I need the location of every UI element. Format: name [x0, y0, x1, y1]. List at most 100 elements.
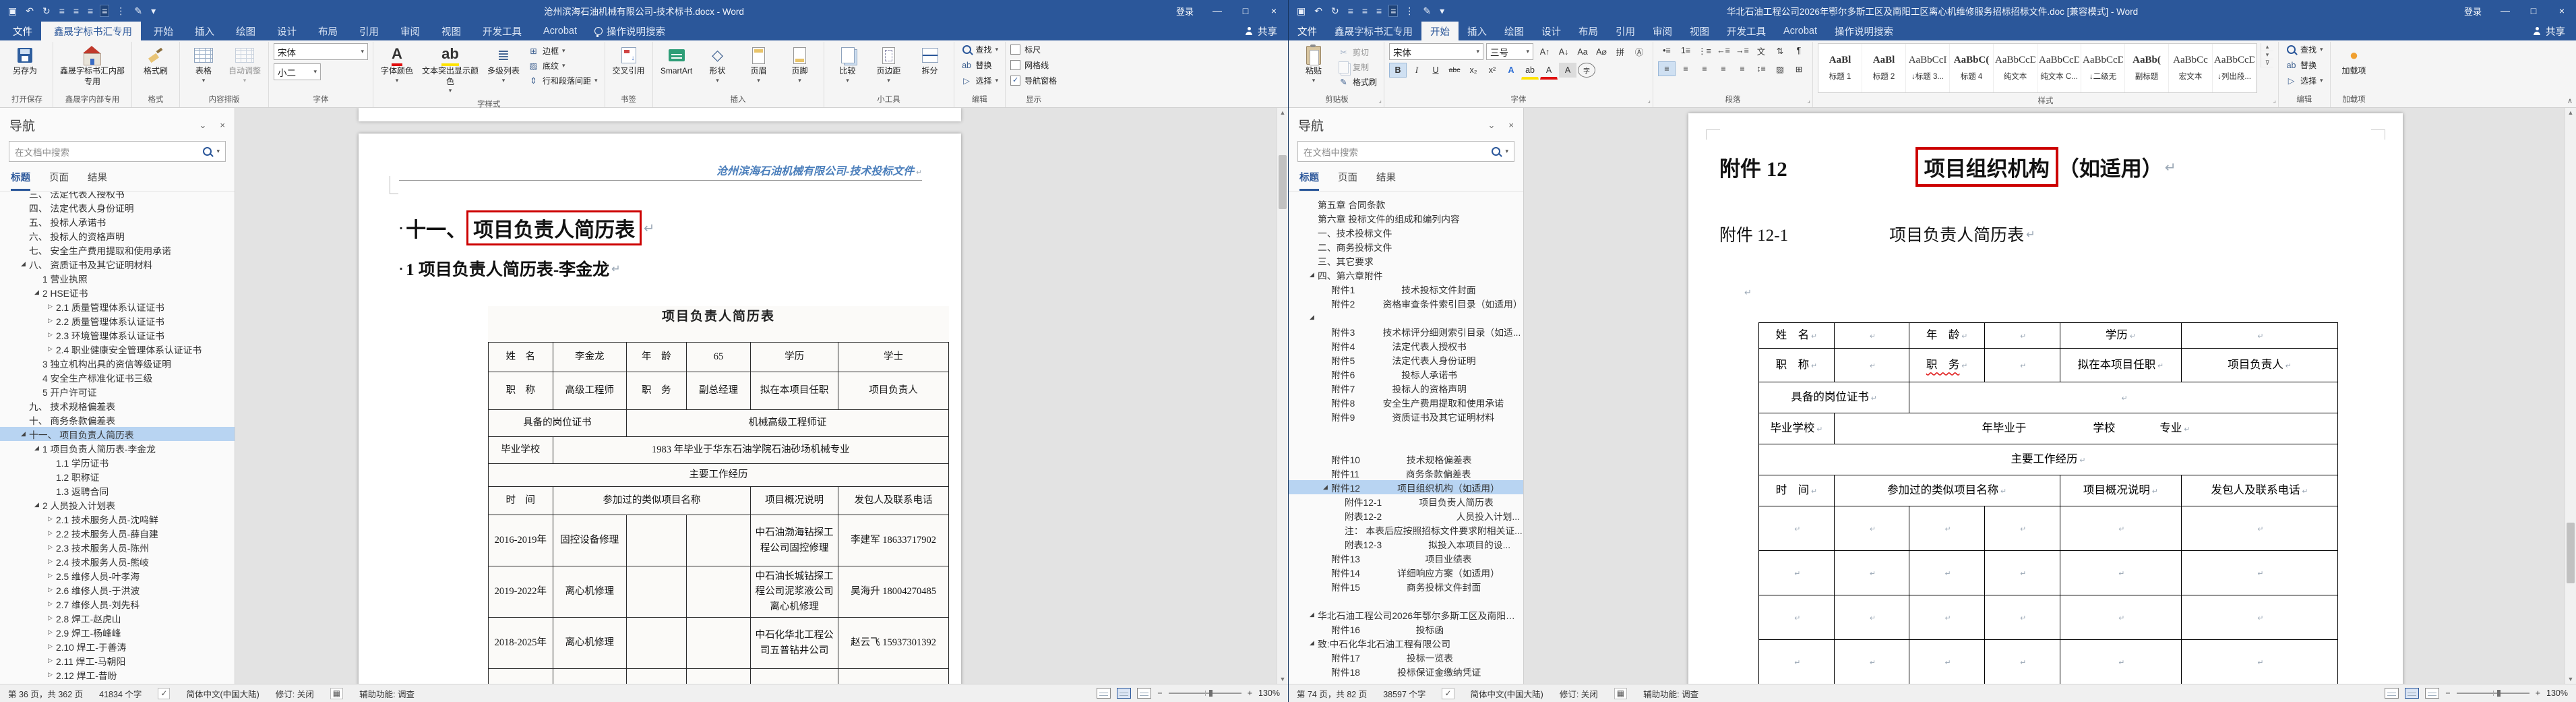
nav-heading-item[interactable]: 附件14 详细响应方案（如适用）: [1289, 565, 1523, 579]
scroll-up-icon[interactable]: ▲: [1277, 109, 1288, 116]
sign-in-button[interactable]: 登录: [2455, 0, 2491, 22]
document-page[interactable]: 沧州滨海石油机械有限公司-技术投标文件 ↵ · 十一、 项目负责人简历表 ↵ · …: [359, 134, 961, 684]
style-item[interactable]: AaBbCcDdE 纯文本 C...: [2037, 44, 2082, 92]
style-item[interactable]: AaBbCcD( ↓列出段...: [2213, 44, 2257, 92]
nav-heading-item[interactable]: ◢ 附件12 项目组织机构（如适用）: [1289, 480, 1523, 494]
expand-triangle-icon[interactable]: ▷: [44, 643, 56, 650]
zoom-slider[interactable]: [1168, 690, 1241, 697]
table-cell[interactable]: ↵: [1909, 639, 1985, 684]
align-right-icon[interactable]: ≡: [1696, 61, 1713, 76]
table-cell[interactable]: 年 龄↵: [1909, 322, 1985, 349]
search-options-icon[interactable]: ▾: [1505, 148, 1508, 155]
distribute-icon[interactable]: ≡: [1734, 61, 1751, 76]
nav-tab[interactable]: 页面: [49, 170, 69, 191]
nav-heading-item[interactable]: ▷ 2.1 技术服务人员-沈鸣鲜: [0, 512, 235, 526]
ribbon-tab[interactable]: 开始: [1421, 22, 1459, 40]
attachment-12-1-title[interactable]: 附件 12-1 项目负责人简历表 ↵: [1719, 222, 2372, 246]
nav-heading-item[interactable]: ◢ 致:中石化华北石油工程有限公司: [1289, 636, 1523, 650]
nav-heading-item[interactable]: ▷ 2.12 焊工-昔盼: [0, 668, 235, 682]
nav-heading-item[interactable]: ◢ 1 项目负责人简历表-李金龙: [0, 441, 235, 455]
nav-heading-item[interactable]: 六、 投标人的资格声明: [0, 229, 235, 243]
font-size-select[interactable]: 小二 ▾: [274, 63, 321, 80]
nav-heading-item[interactable]: 一、技术投标文件: [1289, 225, 1523, 239]
footer-button[interactable]: 页脚 ▾: [781, 43, 819, 86]
nav-heading-item[interactable]: ▷ 2.3 技术服务人员-陈州: [0, 540, 235, 554]
save-icon[interactable]: ▣: [7, 5, 18, 16]
ribbon-tab[interactable]: 设计: [1533, 22, 1570, 40]
nav-heading-item[interactable]: [1289, 593, 1523, 608]
table-cell[interactable]: ↵: [1758, 639, 1835, 684]
format-painter-icon[interactable]: ✎: [1421, 5, 1432, 16]
table-cell[interactable]: 学历↵: [750, 342, 839, 372]
table-cell[interactable]: 固控设备修理↵: [552, 515, 627, 566]
table-cell[interactable]: 65↵: [685, 342, 752, 372]
nav-heading-item[interactable]: 注： 本表后应按照招标文件要求附相关证...: [1289, 523, 1523, 537]
table-cell[interactable]: 拟在本项目任职↵: [2059, 348, 2182, 382]
ribbon-tab[interactable]: 绘图: [223, 22, 264, 40]
table-cell[interactable]: ↵: [488, 668, 553, 684]
gallery-more-icon[interactable]: ⊽: [2261, 59, 2274, 67]
ribbon-tab[interactable]: 开始: [141, 22, 182, 40]
nav-heading-item[interactable]: 1.3 返聘合同: [0, 484, 235, 498]
expand-triangle-icon[interactable]: ◢: [18, 260, 29, 268]
nav-pane-close-icon[interactable]: ×: [1508, 120, 1514, 131]
margins-button[interactable]: 页边距 ▾: [870, 43, 908, 86]
nav-heading-item[interactable]: ◢ 2 HSE证书: [0, 285, 235, 299]
table-cell[interactable]: ↵: [2181, 322, 2338, 349]
nav-heading-item[interactable]: ▷ 2.8 焊工-赵虎山: [0, 611, 235, 625]
justify-icon[interactable]: ≡: [1715, 61, 1732, 76]
ribbon-tab[interactable]: 操作说明搜索: [586, 22, 674, 40]
table-cell[interactable]: 职 务↵: [1909, 348, 1985, 382]
replace-button[interactable]: ab 替换: [2283, 59, 2319, 71]
nav-heading-item[interactable]: 三、其它要求: [1289, 254, 1523, 268]
table-cell[interactable]: 李金龙↵: [552, 342, 627, 372]
expand-triangle-icon[interactable]: ◢: [1320, 484, 1331, 491]
table-cell[interactable]: 发包人及联系电话↵: [2181, 475, 2338, 506]
style-item[interactable]: AaBbC( 标题 4: [1950, 44, 1994, 92]
nav-heading-item[interactable]: 附件4 法定代表人授权书: [1289, 339, 1523, 353]
format-painter-icon[interactable]: ✎: [133, 5, 144, 16]
qat-more-icon[interactable]: ▾: [1438, 5, 1446, 16]
expand-triangle-icon[interactable]: ▷: [44, 614, 56, 622]
vertical-scrollbar[interactable]: ▲ ▼: [2565, 108, 2576, 684]
table-cell[interactable]: 时 间↵: [1758, 475, 1835, 506]
table-cell[interactable]: ↵: [625, 566, 687, 618]
nav-heading-item[interactable]: ▷ 2.4 职业健康安全管理体系认证证书: [0, 342, 235, 356]
show-checkbox[interactable]: 标尺: [1010, 43, 1041, 56]
custom-home-button[interactable]: 鑫晟字标书汇内部专用: [58, 43, 127, 88]
sign-in-button[interactable]: 登录: [1167, 0, 1203, 22]
ribbon-tab[interactable]: 视图: [429, 22, 470, 40]
font-name-select[interactable]: 宋体 ▾: [274, 43, 368, 60]
nav-heading-item[interactable]: 二、商务投标文件: [1289, 239, 1523, 254]
ribbon-tab[interactable]: 审阅: [388, 22, 429, 40]
ribbon-tab[interactable]: 绘图: [1496, 22, 1533, 40]
table-cell[interactable]: ↵: [685, 515, 752, 566]
ribbon-tab[interactable]: 审阅: [1644, 22, 1681, 40]
bold-button[interactable]: B: [1389, 63, 1407, 78]
increase-indent-icon[interactable]: →≡: [1734, 43, 1751, 58]
justify-icon[interactable]: ≡: [100, 5, 110, 17]
shading-button[interactable]: ▨ 底纹 ▾: [526, 59, 568, 72]
table-cell[interactable]: 项目概况说明↵: [2059, 475, 2182, 506]
font-color-button[interactable]: A 字体颜色 ▾: [378, 43, 416, 86]
table-cell[interactable]: ↵: [2181, 639, 2338, 684]
expand-triangle-icon[interactable]: ◢: [1306, 271, 1318, 279]
track-changes-indicator[interactable]: 修订: 关闭: [276, 687, 314, 700]
dialog-launcher-icon[interactable]: ⌟: [1378, 97, 1382, 105]
expand-triangle-icon[interactable]: ◢: [18, 430, 29, 438]
style-item[interactable]: AaBbCc 宏文本: [2169, 44, 2213, 92]
expand-triangle-icon[interactable]: ▷: [44, 558, 56, 565]
nav-heading-item[interactable]: 九、 技术规格偏差表: [0, 399, 235, 413]
justify-icon[interactable]: ≡: [1388, 5, 1399, 17]
align-center-icon[interactable]: ≡: [1361, 5, 1369, 16]
nav-heading-item[interactable]: 附件5 法定代表人身份证明: [1289, 353, 1523, 367]
align-center-icon[interactable]: ≡: [72, 5, 80, 16]
save-icon[interactable]: ▣: [1295, 5, 1307, 16]
expand-triangle-icon[interactable]: ◢: [31, 289, 42, 296]
title-bar[interactable]: ▣ ↶ ↻ ≡ ≡ ≡ ≡ ⋮ ✎ ▾ 华北石油工程公司2026年鄂尔多斯工区及南阳工区离心机维修…: [1289, 0, 2576, 22]
table-cell[interactable]: ↵: [1833, 639, 1910, 684]
ribbon-tab[interactable]: 引用: [1607, 22, 1644, 40]
table-cell[interactable]: ↵: [625, 515, 687, 566]
table-cell[interactable]: 参加过的类似项目名称↵: [552, 486, 752, 515]
table-cell[interactable]: 吴海升 18004270485↵: [838, 566, 949, 618]
